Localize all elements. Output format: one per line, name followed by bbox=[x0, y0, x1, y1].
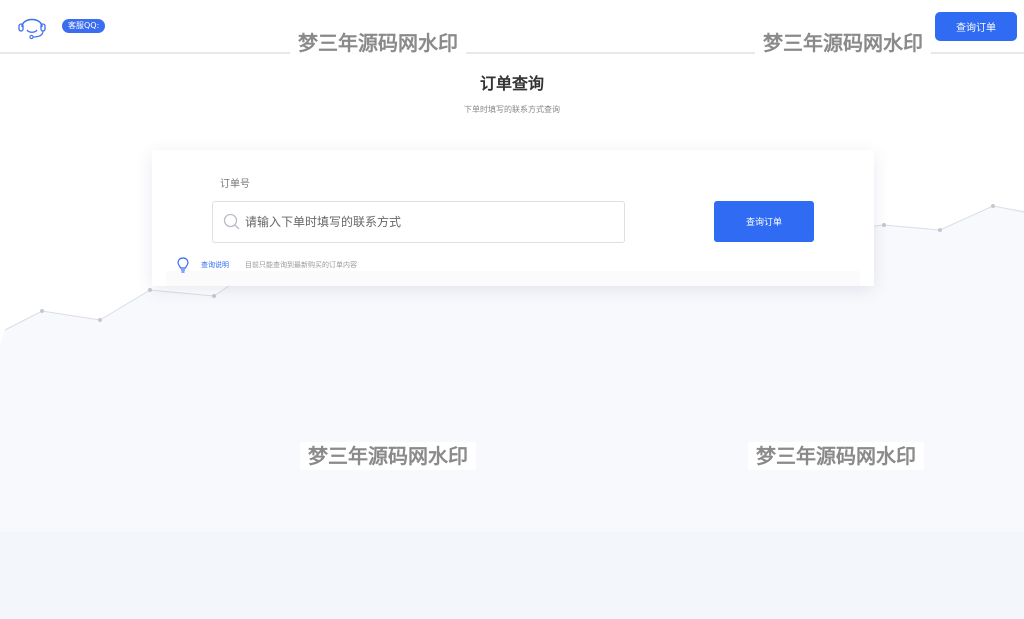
query-instructions-link[interactable]: 查询说明 bbox=[201, 260, 229, 270]
page-title: 订单查询 bbox=[479, 74, 544, 93]
lightbulb-icon bbox=[177, 257, 189, 273]
headset-icon[interactable] bbox=[16, 10, 48, 40]
header-query-order-button[interactable]: 查询订单 bbox=[935, 12, 1017, 41]
watermark: 梦三年源码网水印 bbox=[755, 29, 931, 57]
search-icon bbox=[223, 213, 240, 230]
watermark: 梦三年源码网水印 bbox=[300, 442, 476, 470]
search-box[interactable] bbox=[212, 201, 625, 243]
query-tip-text: 目前只能查询到最新购买的订单内容 bbox=[245, 261, 357, 269]
watermark: 梦三年源码网水印 bbox=[290, 29, 466, 57]
footer-band bbox=[0, 532, 1024, 619]
watermark: 梦三年源码网水印 bbox=[748, 442, 924, 470]
contact-search-input[interactable] bbox=[245, 202, 615, 242]
card-footer-strip bbox=[166, 271, 860, 286]
qq-contact-badge[interactable]: 客服QQ: bbox=[62, 19, 106, 33]
query-order-button[interactable]: 查询订单 bbox=[714, 201, 814, 242]
page-subtitle: 下单时填写的联系方式查询 bbox=[464, 105, 560, 114]
order-number-label: 订单号 bbox=[220, 179, 250, 190]
